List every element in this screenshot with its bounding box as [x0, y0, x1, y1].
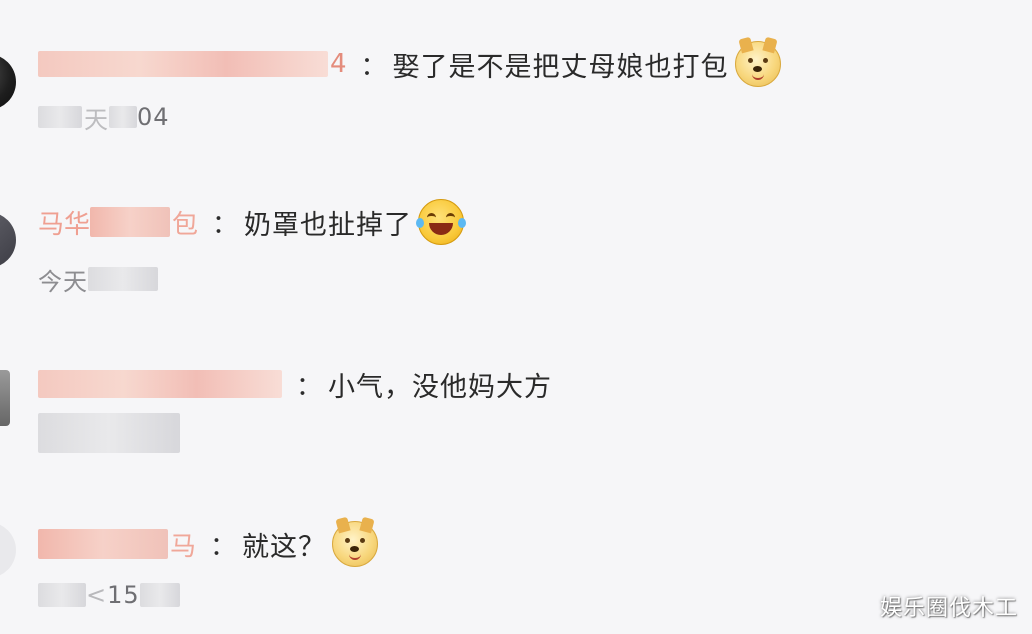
username-blur — [38, 370, 282, 398]
comment-item: 马华 包 ： 奶罩也扯掉了 今天 — [0, 198, 1032, 298]
time-blur — [38, 583, 86, 607]
time-blur — [109, 106, 137, 128]
username-blur — [38, 51, 328, 77]
timestamp: 15 — [107, 581, 140, 609]
watermark: 娱乐圈伐木工 — [879, 596, 1018, 621]
comment-text: 小气，没他妈大方 — [328, 371, 553, 403]
time-blur — [88, 267, 158, 291]
username[interactable]: 马华 包 — [38, 202, 198, 242]
doge-icon — [734, 36, 781, 87]
colon: ： — [212, 209, 239, 240]
colon: ： — [360, 51, 387, 82]
comment-meta: 天 04 — [38, 102, 170, 134]
username[interactable] — [38, 364, 282, 404]
time-prefix: < — [86, 581, 108, 609]
username[interactable]: 马 — [38, 524, 196, 564]
comment-line: 马 ： 就这？ — [38, 516, 379, 567]
username-tail: 马 — [170, 531, 197, 562]
username-tail: 包 — [172, 209, 199, 240]
time-blur — [38, 413, 180, 453]
time-blur — [139, 583, 180, 607]
username-blur — [38, 529, 168, 559]
comment-meta — [38, 413, 180, 453]
comment-line: ： 小气，没他妈大方 — [38, 362, 552, 406]
comment-item: 4 ： 娶了是不是把丈母娘也打包 天 04 — [0, 36, 1032, 140]
avatar[interactable] — [0, 370, 10, 426]
colon: ： — [296, 371, 323, 402]
time-prefix: 天 — [84, 105, 109, 134]
comment-text: 就这？ — [242, 531, 327, 563]
avatar[interactable] — [0, 54, 16, 110]
username-tail: 4 — [330, 49, 347, 79]
timestamp: 04 — [137, 103, 170, 131]
timestamp: 今天 — [38, 267, 88, 296]
comment-item: ： 小气，没他妈大方 — [0, 360, 1032, 470]
comment-text: 娶了是不是把丈母娘也打包 — [392, 51, 729, 83]
time-blur — [38, 106, 82, 128]
comment-text: 奶罩也扯掉了 — [244, 209, 413, 241]
comment-line: 马华 包 ： 奶罩也扯掉了 — [38, 199, 467, 245]
doge-icon — [332, 516, 379, 567]
comment-line: 4 ： 娶了是不是把丈母娘也打包 — [38, 36, 781, 87]
username-head: 马华 — [38, 209, 91, 240]
username[interactable]: 4 — [38, 44, 347, 84]
comment-meta: < 15 — [38, 580, 180, 610]
avatar[interactable] — [0, 522, 16, 578]
laugh-cry-icon — [416, 199, 467, 245]
comment-item: 马 ： 就这？ < 15 — [0, 516, 1032, 616]
avatar[interactable] — [0, 212, 16, 268]
colon: ： — [210, 531, 237, 562]
comment-meta: 今天 — [38, 264, 158, 296]
username-blur — [90, 207, 171, 237]
